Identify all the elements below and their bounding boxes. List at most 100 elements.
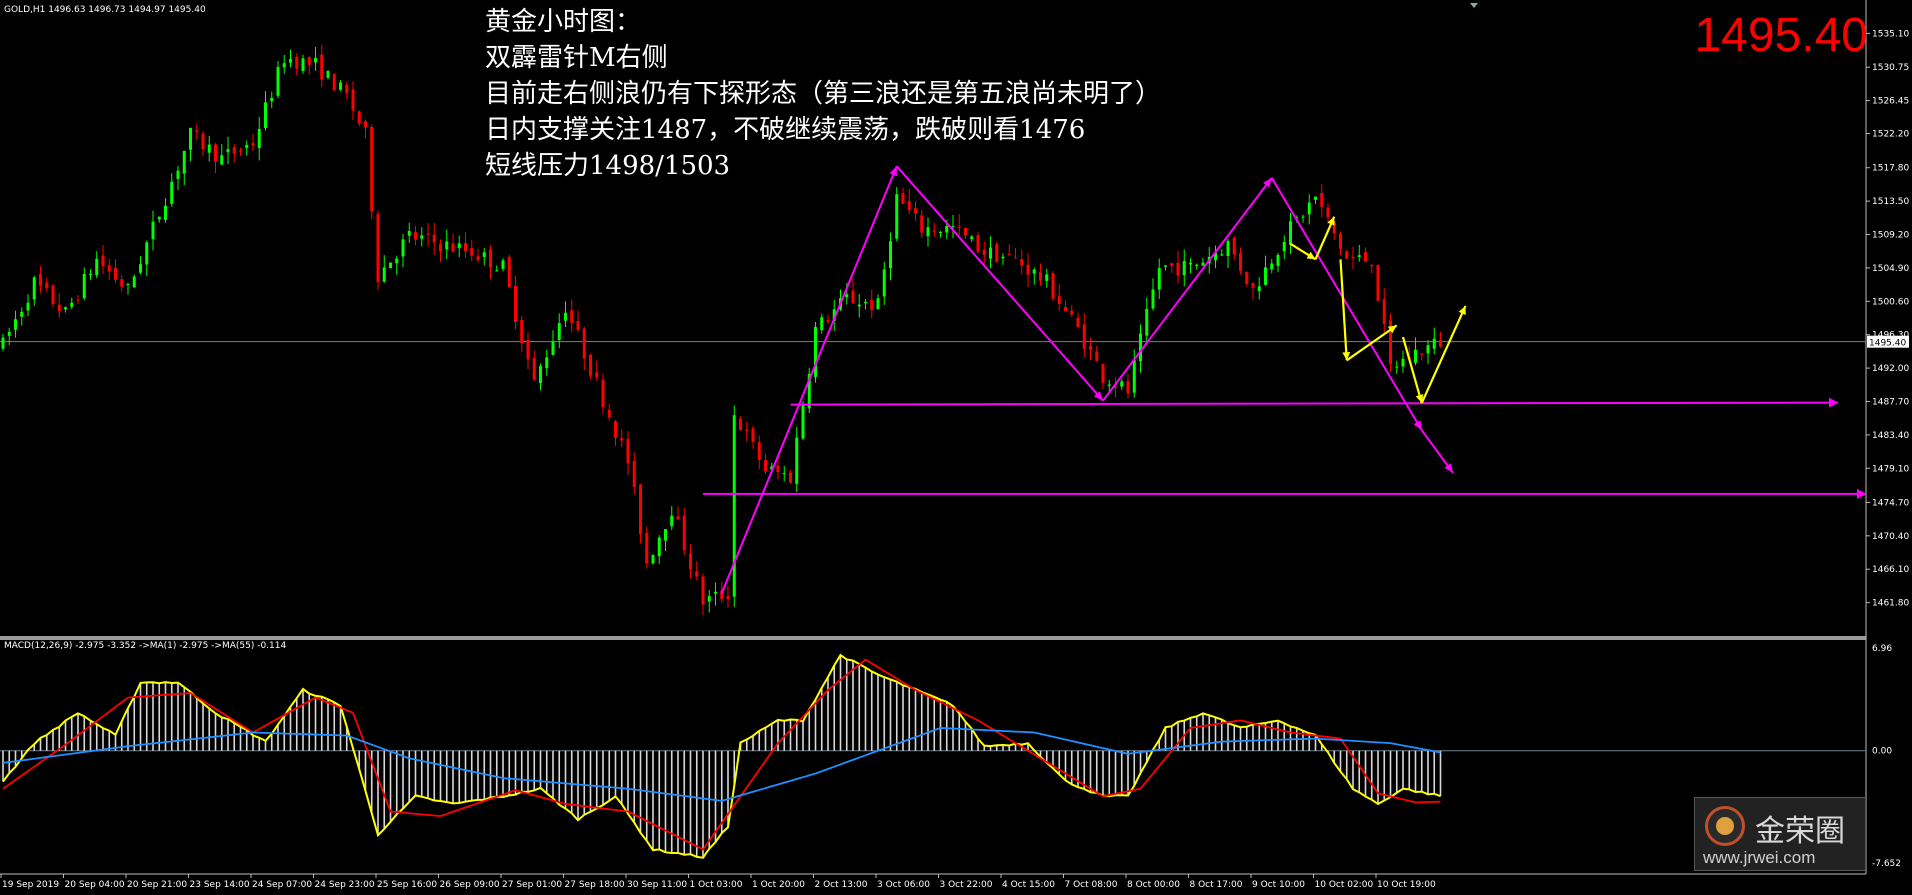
- candle-body: [1370, 264, 1374, 267]
- candle: [1376, 264, 1380, 302]
- candle-body: [314, 58, 317, 63]
- y-tick-label: 1535.10: [1872, 29, 1909, 39]
- candle-body: [1176, 262, 1180, 276]
- candle-body: [645, 533, 649, 564]
- candle-body: [214, 144, 217, 162]
- candle-body: [195, 130, 199, 132]
- candle-body: [582, 328, 586, 359]
- candle-body: [526, 339, 530, 360]
- candle-body: [1270, 263, 1274, 270]
- candle-body: [1051, 273, 1055, 299]
- candle-body: [1132, 360, 1136, 393]
- symbol-info: GOLD,H1 1496.63 1496.73 1494.97 1495.40: [4, 5, 206, 15]
- x-tick-label: 10 Oct 19:00: [1377, 880, 1436, 890]
- x-tick-label: 24 Sep 23:00: [315, 880, 375, 890]
- candle-body: [7, 331, 11, 336]
- current-price-display: 1495.40: [1694, 9, 1868, 62]
- price-tag-label: 1495.40: [1869, 339, 1906, 349]
- candle: [814, 321, 817, 383]
- candle-body: [170, 181, 174, 204]
- candle: [376, 210, 380, 291]
- candle-body: [670, 515, 674, 527]
- panel-separator: [0, 636, 1866, 640]
- candle-body: [1382, 299, 1386, 324]
- candle-body: [907, 201, 911, 211]
- candle-body: [995, 244, 999, 263]
- candle-body: [39, 274, 42, 286]
- candle: [651, 554, 655, 565]
- candle-body: [520, 320, 524, 344]
- candle: [801, 400, 805, 441]
- x-tick-label: 8 Oct 17:00: [1190, 880, 1243, 890]
- x-tick-label: 10 Oct 02:00: [1315, 880, 1374, 890]
- candle-body: [914, 208, 917, 214]
- candle-body: [657, 537, 661, 557]
- macd-tick-label: 6.96: [1872, 644, 1892, 654]
- candle-body: [1245, 271, 1249, 284]
- candle-body: [264, 102, 267, 128]
- candle-body: [1070, 310, 1074, 315]
- candle-body: [182, 150, 186, 174]
- candle-body: [1432, 338, 1436, 349]
- candle-body: [1064, 306, 1067, 311]
- candle: [332, 73, 336, 91]
- candle-body: [1351, 256, 1355, 259]
- candle-body: [489, 249, 492, 268]
- x-tick-label: 19 Sep 2019: [2, 880, 59, 890]
- analysis-annotation: 黄金小时图： 双霹雷针M右侧 目前走右侧浪仍有下探形态（第三浪还是第五浪尚未明了…: [485, 4, 1161, 184]
- candle-body: [364, 121, 367, 128]
- candle-body: [732, 415, 736, 597]
- candle-body: [295, 56, 299, 69]
- y-tick-label: 1513.50: [1872, 197, 1909, 207]
- candle-body: [370, 126, 374, 212]
- candle-body: [432, 234, 436, 243]
- candle-body: [1139, 333, 1142, 362]
- candle-body: [1164, 265, 1167, 267]
- candle-body: [845, 294, 849, 298]
- candle-body: [1076, 317, 1080, 327]
- candle: [370, 124, 374, 219]
- candle-body: [1220, 254, 1224, 256]
- x-tick-label: 20 Sep 21:00: [127, 880, 187, 890]
- candle: [1345, 250, 1349, 260]
- candle-body: [232, 147, 236, 154]
- annotation-line: 目前走右侧浪仍有下探形态（第三浪还是第五浪尚未明了）: [485, 79, 1162, 109]
- candle-body: [764, 459, 767, 472]
- candle-body: [951, 226, 955, 228]
- annotation-line: 短线压力1498/1503: [485, 151, 731, 181]
- watermark-url: www.jrwei.com: [1703, 848, 1816, 867]
- candle-body: [157, 216, 161, 220]
- x-tick-label: 24 Sep 07:00: [252, 880, 312, 890]
- candle-body: [251, 143, 255, 146]
- candle-body: [1326, 207, 1330, 218]
- candle-body: [282, 63, 286, 68]
- candle-body: [95, 258, 99, 276]
- candle-body: [270, 97, 274, 102]
- x-tick-label: 3 Oct 22:00: [940, 880, 993, 890]
- candle-body: [989, 247, 992, 259]
- candle-body: [1089, 346, 1092, 350]
- candle-body: [220, 155, 224, 165]
- candle-body: [1195, 264, 1199, 266]
- candle-body: [1395, 366, 1399, 368]
- candle-body: [1314, 196, 1317, 200]
- candle-body: [289, 58, 292, 63]
- y-tick-label: 1466.10: [1872, 565, 1909, 575]
- candle-body: [707, 596, 711, 602]
- candle-body: [1232, 238, 1236, 255]
- candle-body: [639, 484, 642, 535]
- candle-body: [1357, 255, 1361, 257]
- x-tick-label: 1 Oct 20:00: [752, 880, 805, 890]
- candle-body: [964, 228, 967, 236]
- y-tick-label: 1487.70: [1872, 397, 1909, 407]
- candle-body: [45, 282, 49, 289]
- candle-body: [307, 57, 311, 65]
- candle-body: [714, 591, 717, 594]
- candle-body: [901, 193, 905, 204]
- candle-body: [470, 248, 474, 256]
- candle: [1389, 313, 1392, 372]
- x-tick-label: 7 Oct 08:00: [1065, 880, 1118, 890]
- candle-body: [401, 239, 405, 257]
- candle-body: [1251, 283, 1255, 288]
- candle-body: [1307, 202, 1311, 215]
